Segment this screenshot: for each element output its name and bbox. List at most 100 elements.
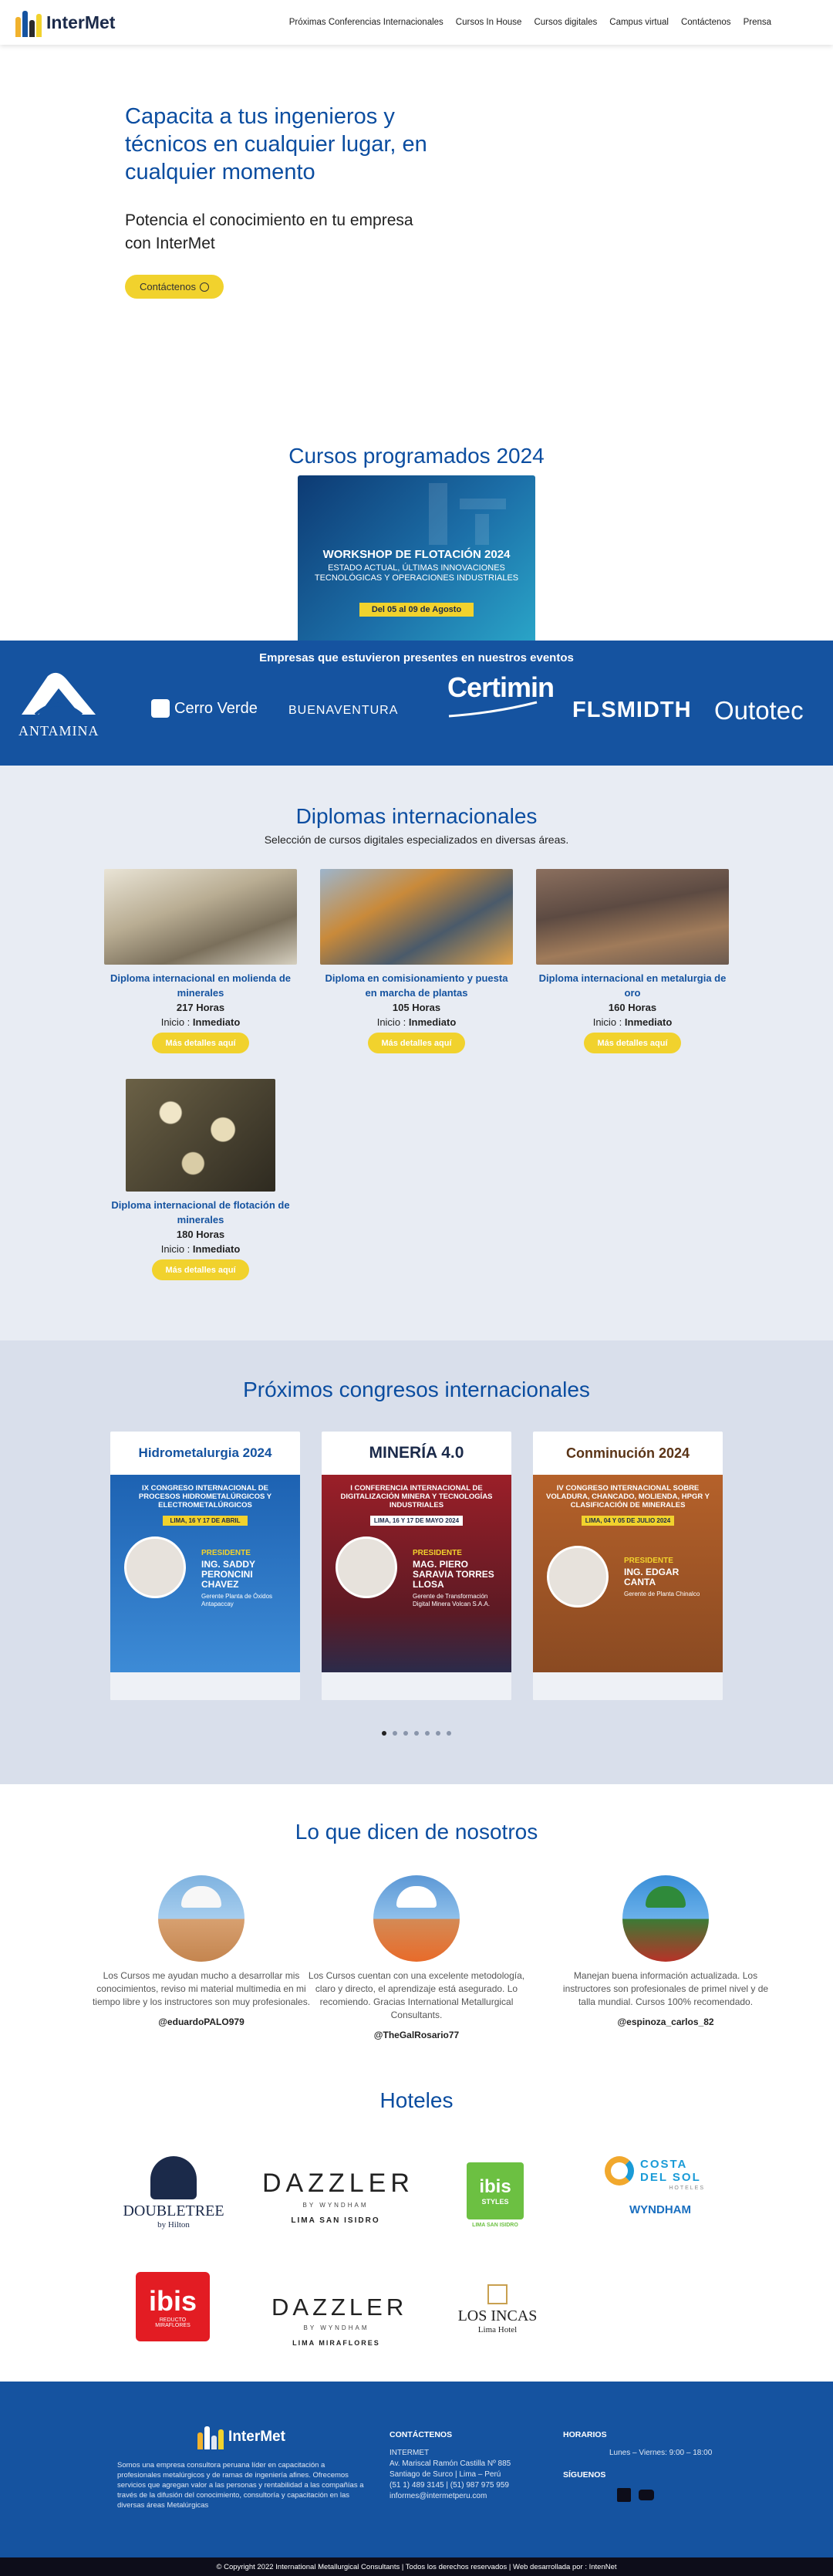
diploma-details-button[interactable]: Más detalles aquí [152, 1033, 249, 1053]
speaker-role: PRESIDENTE [201, 1549, 251, 1557]
helmet-icon [646, 1886, 686, 1908]
site-logo[interactable]: InterMet [15, 8, 115, 37]
course-banner[interactable]: WORKSHOP DE FLOTACIÓN 2024 ESTADO ACTUAL… [298, 475, 535, 644]
poster-footer [533, 1672, 723, 1700]
testimonials-title: Lo que dicen de nosotros [295, 1820, 538, 1844]
whatsapp-icon [200, 282, 209, 292]
poster-event: I CONFERENCIA INTERNACIONAL DE DIGITALIZ… [340, 1484, 493, 1509]
poster-body: IV CONGRESO INTERNACIONAL SOBRE VOLADURA… [533, 1475, 723, 1672]
avatar [158, 1875, 245, 1962]
footer-brand-name: InterMet [228, 2429, 285, 2445]
footer-about: InterMet Somos una empresa consultora pe… [117, 2425, 366, 2510]
carousel-dot[interactable] [403, 1731, 408, 1736]
youtube-icon[interactable] [639, 2490, 654, 2500]
diploma-image-flotacion [126, 1079, 275, 1192]
certimin-logo: Certimin [447, 674, 555, 722]
diploma-details-button[interactable]: Más detalles aquí [152, 1259, 249, 1280]
antamina-mountain-icon [22, 672, 96, 716]
diploma-start: Inicio : Inmediato [160, 1016, 241, 1028]
wyndham-brand: WYNDHAM [629, 2203, 691, 2216]
hotel-dazzler-san-isidro-logo: DAZZLER BY WYNDHAM LIMA SAN ISIDRO [262, 2169, 414, 2225]
nav-cursos-digitales[interactable]: Cursos digitales [534, 18, 597, 27]
footer-phones[interactable]: (51 1) 489 3145 | (51) 987 975 959 [390, 2480, 528, 2491]
carousel-dot[interactable] [393, 1731, 397, 1736]
hero-subtitle: Potencia el conocimiento en tu empresa c… [125, 211, 413, 252]
flsmidth-logo: FLSMIDTH [572, 698, 692, 722]
companies-band: Empresas que estuvieron presentes en nue… [0, 641, 833, 766]
carousel-dot[interactable] [414, 1731, 419, 1736]
copyright-bar: © Copyright 2022 International Metallurg… [0, 2557, 833, 2576]
carousel-dot[interactable] [436, 1731, 440, 1736]
poster-brand: Hidrometalurgia 2024 [138, 1445, 272, 1460]
main-nav: Próximas Conferencias Internacionales Cu… [289, 18, 771, 27]
testimonial-text: Los Cursos me ayudan mucho a desarrollar… [92, 1970, 311, 2007]
hero-section: Capacita a tus ingenieros y técnicos en … [0, 45, 833, 353]
speaker-position: Gerente de Transformación Digital Minera… [413, 1593, 491, 1607]
incas-emblem-icon [487, 2284, 508, 2304]
carousel-dot[interactable] [447, 1731, 451, 1736]
congresos-title: Próximos congresos internacionales [243, 1378, 590, 1401]
diploma-name[interactable]: Diploma internacional en molienda de min… [104, 971, 297, 1000]
speaker-role: PRESIDENTE [624, 1557, 673, 1565]
speaker-position: Gerente Planta de Óxidos Antapaccay [201, 1593, 273, 1607]
buenaventura-logo: BUENAVENTURA [288, 704, 399, 717]
testimonial-card: Los Cursos cuentan con una excelente met… [305, 1875, 528, 2040]
congresos-section: Próximos congresos internacionales Hidro… [0, 1340, 833, 1784]
speaker-name: ING. SADDY PERONCINI CHAVEZ [201, 1559, 255, 1590]
nav-conferencias[interactable]: Próximas Conferencias Internacionales [289, 18, 443, 27]
diploma-name[interactable]: Diploma internacional de flotación de mi… [104, 1198, 297, 1227]
carousel-dot[interactable] [382, 1731, 386, 1736]
speaker-photo [124, 1536, 186, 1598]
congress-poster[interactable]: Hidrometalurgia 2024 IX CONGRESO INTERNA… [110, 1432, 300, 1700]
diploma-start: Inicio : Inmediato [160, 1243, 241, 1255]
banner-subtitle: ESTADO ACTUAL, ÚLTIMAS INNOVACIONES TECN… [314, 563, 519, 583]
speaker-photo [547, 1546, 609, 1607]
testimonials-section: Lo que dicen de nosotros Los Cursos me a… [0, 1784, 833, 2040]
banner-title: WORKSHOP DE FLOTACIÓN 2024 [322, 548, 511, 561]
hotel-dazzler-miraflores-logo: DAZZLER BY WYNDHAM LIMA MIRAFLORES [271, 2294, 408, 2347]
congress-poster[interactable]: MINERÍA 4.0 I CONFERENCIA INTERNACIONAL … [322, 1432, 511, 1700]
site-header: InterMet Próximas Conferencias Internaci… [0, 0, 833, 45]
diploma-name[interactable]: Diploma internacional en metalurgia de o… [536, 971, 729, 1000]
testimonial-user: @eduardoPALO979 [158, 2017, 245, 2027]
footer-about-text: Somos una empresa consultora peruana líd… [117, 2461, 364, 2510]
poster-brand: MINERÍA 4.0 [369, 1444, 464, 1462]
footer-contact: CONTÁCTENOS INTERMET Av. Mariscal Ramón … [390, 2429, 528, 2502]
nav-campus-virtual[interactable]: Campus virtual [609, 18, 669, 27]
hotel-los-incas-logo: LOS INCAS Lima Hotel [455, 2284, 540, 2334]
logo-figures-icon [197, 2425, 224, 2449]
poster-date: LIMA, 16 Y 17 DE MAYO 2024 [370, 1516, 463, 1526]
diploma-name[interactable]: Diploma en comisionamiento y puesta en m… [320, 971, 513, 1000]
footer-hours-text: Lunes – Viernes: 9:00 – 18:00 [609, 2449, 713, 2457]
poster-date: LIMA, 04 Y 05 DE JULIO 2024 [582, 1516, 674, 1526]
poster-footer [322, 1672, 511, 1700]
footer-logo[interactable]: InterMet [117, 2425, 366, 2449]
testimonial-user: @espinoza_carlos_82 [617, 2017, 714, 2027]
carousel-dots [0, 1731, 833, 1736]
pipe-shape [475, 514, 489, 545]
nav-prensa[interactable]: Prensa [744, 18, 771, 27]
poster-event: IV CONGRESO INTERNACIONAL SOBRE VOLADURA… [546, 1484, 710, 1509]
nav-cursos-in-house[interactable]: Cursos In House [456, 18, 522, 27]
footer-email[interactable]: informes@intermetperu.com [390, 2491, 528, 2502]
diplomas-section: Diplomas internacionales Selección de cu… [0, 766, 833, 1340]
diploma-image-molienda [104, 869, 297, 965]
nav-contactenos[interactable]: Contáctenos [681, 18, 731, 27]
diploma-hours: 105 Horas [392, 1002, 441, 1013]
footer-hours-title: HORARIOS [563, 2430, 607, 2439]
ibis-red-badge: ibis REDUCTO MIRAFLORES [136, 2272, 210, 2341]
diploma-details-button[interactable]: Más detalles aquí [584, 1033, 681, 1053]
contact-button[interactable]: Contáctenos [125, 275, 224, 299]
hotel-ibis-styles-logo: ibis STYLES LIMA SAN ISIDRO [467, 2162, 524, 2228]
diploma-card: Diploma en comisionamiento y puesta en m… [320, 869, 513, 1053]
carousel-dot[interactable] [425, 1731, 430, 1736]
congress-poster[interactable]: Conminución 2024 IV CONGRESO INTERNACION… [533, 1432, 723, 1700]
courses-section: Cursos programados 2024 WORKSHOP DE FLOT… [0, 353, 833, 644]
diplomas-title: Diplomas internacionales [295, 804, 538, 828]
hotel-costa-del-sol-logo: COSTA DEL SOL HOTELES WYNDHAM [605, 2156, 716, 2216]
courses-title: Cursos programados 2024 [288, 444, 545, 468]
facebook-icon[interactable] [617, 2488, 631, 2502]
footer-contact-line: INTERMET [390, 2449, 430, 2457]
diploma-hours: 217 Horas [176, 1002, 225, 1013]
diploma-details-button[interactable]: Más detalles aquí [368, 1033, 465, 1053]
